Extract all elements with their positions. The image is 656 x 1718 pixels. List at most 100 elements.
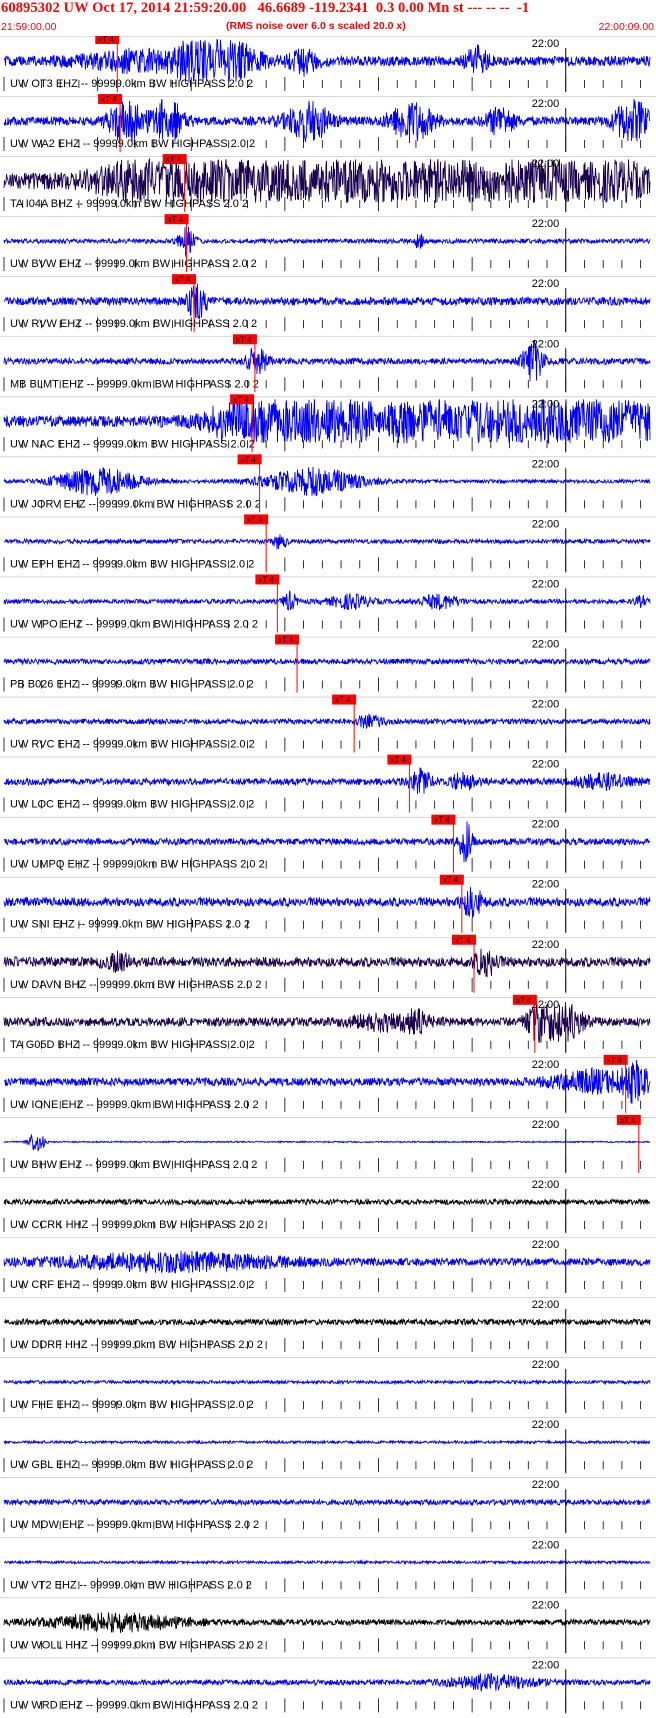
channel-label: MB BLMT EHZ -- 99999.0km BW HIGHPASS 2.0… (10, 378, 259, 390)
pick-label: xT 4 (335, 696, 351, 705)
minute-tick-label: 22:00 (532, 1419, 560, 1431)
trace-row: 22:00 UW BVW EHZ -- 99999.0km BW HIGHPASS… (0, 214, 656, 273)
channel-label: UW WA2 EHZ -- 99999.0km BW HIGHPASS 2.0 … (10, 138, 255, 150)
trace-row: 22:00 UW CRF EHZ -- 99999.0km BW HIGHPASS… (0, 1237, 656, 1293)
trace-row: 22:00 UW OT3 EHZ -- 99999.0km BW HIGHPASS… (0, 36, 656, 92)
minute-tick-label: 22:00 (532, 1479, 560, 1491)
event-title: 60895302 UW Oct 17, 2014 21:59:20.00 46.… (1, 0, 530, 16)
channel-label: UW EPH EHZ -- 99999.0km BW HIGHPASS 2.0 … (10, 558, 254, 570)
minute-tick-label: 22:00 (532, 699, 560, 711)
channel-label: UW NAC EHZ -- 99999.0km BW HIGHPASS 2.0 … (10, 438, 255, 450)
channel-label: UW RVC EHZ -- 99999.0km BW HIGHPASS 2.0 … (10, 739, 255, 751)
trace-row: 22:00 UW CCRK HHZ -- 99999.0km BW HIGHPAS… (0, 1177, 656, 1233)
trace-row: 22:00 UW LOC EHZ -- 99999.0km BW HIGHPASS… (0, 754, 656, 813)
channel-label: UW RVW EHZ -- 99999.0km BW HIGHPASS 2.0 … (10, 318, 257, 330)
trace-row: 22:00 TA I04A BHZ -- 99999.0km BW HIGHPAS… (0, 154, 656, 213)
trace-row: 22:00TA G05D BHZ -- 99999.0km BW HIGHPAS… (0, 994, 656, 1053)
channel-label: UW CCRK HHZ -- 99999.0km BW HIGHPASS 2.0… (10, 1219, 263, 1231)
pick-label: xT 4 (278, 636, 294, 645)
pick-label: xT 4 (516, 996, 532, 1005)
trace-row: 22:00 UW DAVN BHZ -- 99999.0km BW HIGHPAS… (0, 934, 656, 993)
waveform (3, 713, 651, 730)
seismogram-panel: 22:00 UW OT3 EHZ -- 99999.0km BW HIGHPASS… (0, 36, 656, 1714)
channel-label: UW DDRF HHZ -- 99999.0km BW HIGHPASS 2.0… (10, 1339, 263, 1351)
waveform (3, 1378, 651, 1386)
waveform (3, 1612, 651, 1633)
pick-label: xT 4 (168, 215, 184, 224)
waveform (3, 1497, 651, 1507)
pick-label: xT 4 (236, 335, 252, 344)
minute-tick-label: 22:00 (532, 759, 560, 771)
trace-row: 22:00 UW NAC EHZ -- 99999.0km BW HIGHPASS… (0, 394, 656, 453)
pick-label: xT 4 (175, 275, 191, 284)
pick-label: xT 4 (233, 395, 249, 404)
waveform (3, 466, 651, 496)
minute-tick-label: 22:00 (532, 98, 560, 110)
trace-row: 22:00 UW MDW EHZ -- 99999.0km BW HIGHPASS… (0, 1477, 656, 1534)
minute-tick-label: 22:00 (532, 819, 560, 831)
channel-label: UW FHE EHZ -- 99999.0km BW HIGHPASS 2.0 … (10, 1399, 254, 1411)
plot-header: 60895302 UW Oct 17, 2014 21:59:20.00 46.… (0, 0, 656, 36)
channel-label: UW BVW EHZ -- 99999.0km BW HIGHPASS 2.0 … (10, 258, 257, 270)
trace-row: 22:00 UW GBL EHZ -- 99999.0km BW HIGHPASS… (0, 1417, 656, 1474)
waveform (3, 1250, 651, 1274)
minute-tick-label: 22:00 (532, 38, 560, 50)
pick-label: xT 4 (455, 936, 471, 945)
pick-label: xT 4 (101, 95, 117, 104)
pick-label: xT 4 (247, 515, 263, 524)
trace-row: 22:00 UW WOLL HHZ -- 99999.0km BW HIGHPAS… (0, 1597, 656, 1654)
pick-label: xT 4 (443, 876, 459, 885)
minute-tick-label: 22:00 (532, 218, 560, 230)
minute-tick-label: 22:00 (532, 338, 560, 350)
pick-label: xT 4 (607, 1056, 623, 1065)
minute-tick-label: 22:00 (532, 278, 560, 290)
waveform (3, 1197, 651, 1207)
minute-tick-label: 22:00 (532, 639, 560, 651)
minute-tick-label: 22:00 (532, 1119, 560, 1131)
start-time-label: 21:59:00.00 (1, 21, 57, 33)
trace-row: 22:00 UW WA2 EHZ -- 99999.0km BW HIGHPASS… (0, 94, 656, 153)
channel-label: UW JORV EHZ -- 99999.0km BW HIGHPASS 2.0… (10, 498, 261, 510)
channel-label: UW WRD EHZ -- 99999.0km BW HIGHPASS 2.0 … (10, 1699, 258, 1711)
minute-tick-label: 22:00 (532, 1179, 560, 1191)
channel-label: UW DAVN BHZ -- 99999.0km BW HIGHPASS 2.0… (10, 979, 261, 991)
waveform (4, 1559, 650, 1566)
pick-label: xT 4 (258, 575, 274, 584)
pick-label: xT 4 (241, 455, 257, 464)
minute-tick-label: 22:00 (532, 1539, 560, 1551)
channel-label: UW GBL EHZ -- 99999.0km BW HIGHPASS 2.0 … (10, 1459, 253, 1471)
minute-tick-label: 22:00 (532, 939, 560, 951)
minute-tick-label: 22:00 (532, 879, 560, 891)
channel-label: UW UMPQ EHZ -- 99999.0km BW HIGHPASS 2.0… (10, 859, 265, 871)
trace-row: 22:00 MB BLMT EHZ -- 99999.0km BW HIGHPAS… (0, 334, 656, 393)
trace-row: 22:00 UW SNI EHZ -- 99999.0km BW HIGHPASS… (0, 874, 656, 933)
pick-label: xT 4 (620, 1116, 636, 1125)
minute-tick-label: 22:00 (532, 1239, 560, 1251)
channel-label: UW MDW EHZ -- 99999.0km BW HIGHPASS 2.0 … (10, 1519, 259, 1531)
minute-tick-label: 22:00 (532, 518, 560, 530)
channel-label: TA G05D BHZ -- 99999.0km BW HIGHPASS 2.0… (10, 1039, 255, 1051)
waveform (3, 767, 651, 794)
waveform (3, 1317, 651, 1327)
channel-label: UW LOC EHZ -- 99999.0km BW HIGHPASS 2.0 … (10, 799, 254, 811)
minute-tick-label: 22:00 (532, 458, 560, 470)
minute-tick-label: 22:00 (532, 578, 560, 590)
pick-label: xT 4 (390, 756, 406, 765)
trace-row: 22:00 UW RVW EHZ -- 99999.0km BW HIGHPASS… (0, 274, 656, 333)
pick-label: xT 4 (166, 155, 182, 164)
trace-row: 22:00 UW DDRF HHZ -- 99999.0km BW HIGHPAS… (0, 1297, 656, 1354)
waveform (3, 534, 651, 550)
end-time-label: 22:00:09.00 (598, 21, 654, 33)
trace-row: 22:00 UW JORV EHZ -- 99999.0km BW HIGHPAS… (0, 454, 656, 513)
trace-row: 22:00 UW FHE EHZ -- 99999.0km BW HIGHPASS… (0, 1357, 656, 1414)
minute-tick-label: 22:00 (532, 1359, 560, 1371)
trace-row: 22:00 UW UMPQ EHZ -- 99999.0km BW HIGHPAS… (0, 814, 656, 873)
trace-row: 22:00 PB B026 EHZ -- 99999.0km BW HIGHPAS… (0, 634, 656, 693)
waveform (3, 887, 651, 919)
channel-label: UW WOLL HHZ -- 99999.0km BW HIGHPASS 2.0… (10, 1639, 263, 1651)
channel-label: UW OT3 EHZ -- 99999.0km BW HIGHPASS 2.0 … (10, 78, 253, 90)
channel-label: UW WPO EHZ -- 99999.0km BW HIGHPASS 2.0 … (10, 618, 258, 630)
pick-label: xT 4 (434, 816, 450, 825)
minute-tick-label: 22:00 (532, 398, 560, 410)
trace-row: 22:00 UW EPH EHZ -- 99999.0km BW HIGHPASS… (0, 514, 656, 573)
